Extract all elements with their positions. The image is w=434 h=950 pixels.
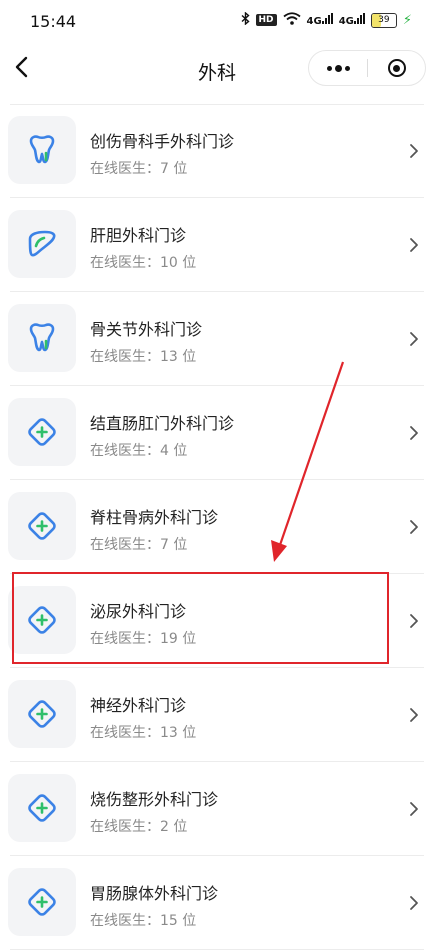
signal-icon-2: 4G	[339, 13, 365, 27]
online-doctors-count: 在线医生：15 位	[90, 913, 197, 929]
department-row[interactable]: 创伤骨科手外科门诊 在线医生：7 位	[0, 104, 434, 198]
more-dot	[334, 64, 342, 72]
online-doctors-count: 在线医生：7 位	[90, 161, 188, 177]
department-name: 烧伤整形外科门诊	[90, 790, 219, 809]
department-icon-box	[8, 304, 76, 372]
signal-icon-1: 4G	[307, 13, 333, 27]
target-icon	[387, 59, 406, 77]
chevron-right-icon	[410, 614, 418, 628]
medical-cross-icon	[24, 884, 60, 920]
department-icon-box	[8, 492, 76, 560]
online-doctors-count: 在线医生：13 位	[90, 349, 197, 365]
hd-badge: HD	[255, 14, 277, 26]
nav-bar: 外科	[0, 44, 434, 94]
chevron-right-icon	[410, 708, 418, 722]
online-doctors-count: 在线医生：4 位	[90, 443, 188, 459]
chevron-right-icon	[410, 802, 418, 816]
mini-program-capsule	[308, 50, 426, 86]
chevron-right-icon	[410, 896, 418, 910]
online-doctors-count: 在线医生：2 位	[90, 819, 188, 835]
status-bar: 15:44 HD 4G 4G 39 ⚡	[0, 0, 434, 44]
department-name: 创伤骨科手外科门诊	[90, 132, 235, 151]
department-icon-box	[8, 680, 76, 748]
status-time: 15:44	[30, 12, 77, 31]
department-row[interactable]: 肝胆外科门诊 在线医生：10 位	[0, 198, 434, 292]
chevron-right-icon	[410, 426, 418, 440]
chevron-right-icon	[410, 332, 418, 346]
online-doctors-count: 在线医生：10 位	[90, 255, 197, 271]
chevron-right-icon	[410, 144, 418, 158]
department-name: 结直肠肛门外科门诊	[90, 414, 235, 433]
signal-label-2: 4G	[338, 16, 354, 27]
department-row[interactable]: 烧伤整形外科门诊 在线医生：2 位	[0, 762, 434, 856]
department-name: 胃肠腺体外科门诊	[90, 884, 219, 903]
tooth-icon	[25, 321, 59, 355]
chevron-right-icon	[410, 520, 418, 534]
more-dot	[344, 65, 350, 71]
charging-icon: ⚡	[402, 12, 412, 28]
chevron-right-icon	[410, 238, 418, 252]
department-row[interactable]: 胃肠腺体外科门诊 在线医生：15 位	[0, 856, 434, 950]
department-icon-box	[8, 774, 76, 842]
signal-label-1: 4G	[306, 16, 322, 27]
department-icon-box	[8, 116, 76, 184]
highlight-box	[12, 572, 389, 664]
department-icon-box	[8, 398, 76, 466]
department-name: 神经外科门诊	[90, 696, 187, 715]
tooth-icon	[25, 133, 59, 167]
bluetooth-icon	[241, 11, 250, 28]
more-button[interactable]	[309, 51, 367, 85]
medical-cross-icon	[24, 790, 60, 826]
department-row[interactable]: 神经外科门诊 在线医生：13 位	[0, 668, 434, 762]
wifi-icon	[282, 12, 301, 28]
online-doctors-count: 在线医生：13 位	[90, 725, 197, 741]
more-dot	[326, 65, 332, 71]
department-icon-box	[8, 210, 76, 278]
department-row[interactable]: 骨关节外科门诊 在线医生：13 位	[0, 292, 434, 386]
department-row[interactable]: 结直肠肛门外科门诊 在线医生：4 位	[0, 386, 434, 480]
medical-cross-icon	[24, 696, 60, 732]
department-row[interactable]: 脊柱骨病外科门诊 在线医生：7 位	[0, 480, 434, 574]
department-name: 脊柱骨病外科门诊	[90, 508, 219, 527]
medical-cross-icon	[24, 414, 60, 450]
close-mini-program-button[interactable]	[368, 51, 425, 85]
online-doctors-count: 在线医生：7 位	[90, 537, 188, 553]
liver-icon	[25, 227, 59, 261]
department-name: 骨关节外科门诊	[90, 320, 203, 339]
battery-icon: 39	[370, 12, 397, 28]
medical-cross-icon	[24, 508, 60, 544]
battery-label: 39	[378, 15, 390, 25]
department-name: 肝胆外科门诊	[90, 226, 187, 245]
status-icons: HD 4G 4G 39 ⚡	[241, 11, 412, 28]
